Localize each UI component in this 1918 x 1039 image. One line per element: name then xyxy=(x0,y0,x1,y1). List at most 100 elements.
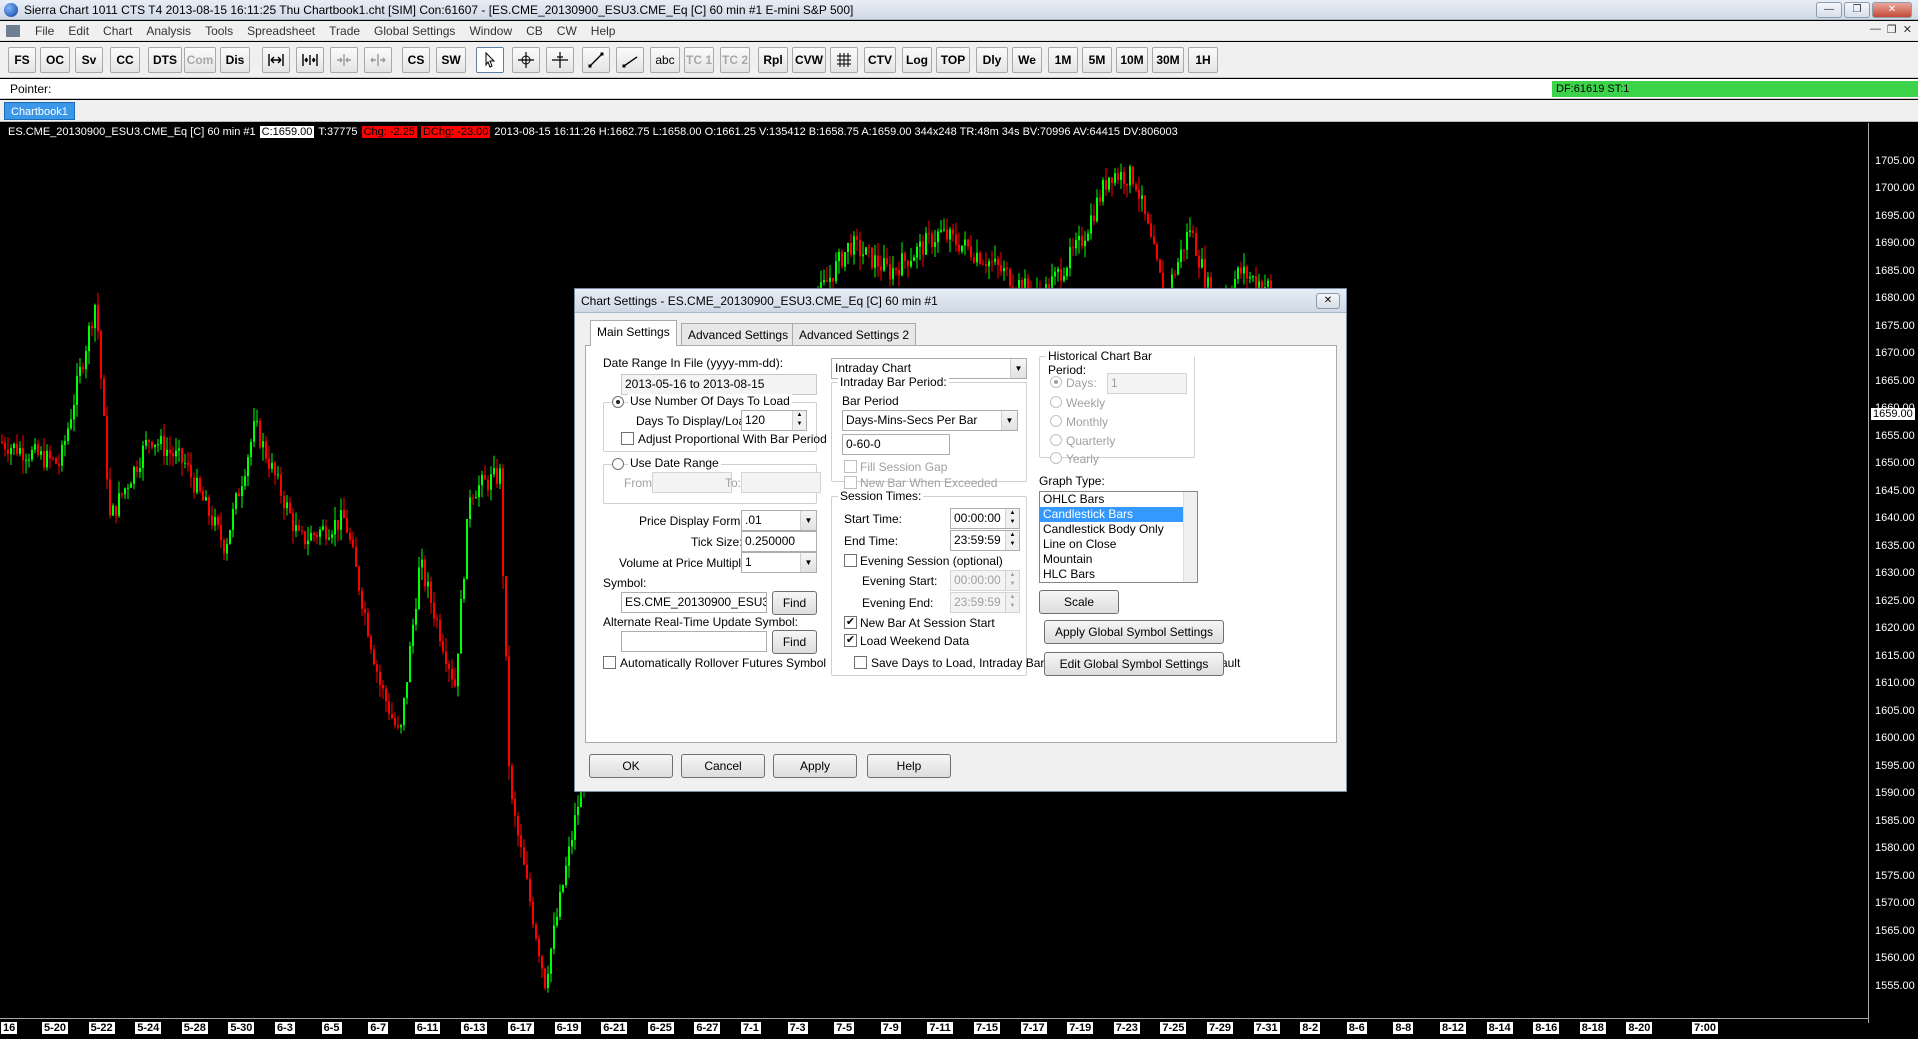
cancel-button[interactable]: Cancel xyxy=(681,754,765,778)
fill-session-gap-checkbox[interactable] xyxy=(844,460,857,473)
end-time-spinner[interactable]: ▲ ▼ xyxy=(1005,531,1019,550)
pointer-icon[interactable] xyxy=(476,47,504,73)
spin-down-icon[interactable]: ▼ xyxy=(1010,603,1016,609)
hist-monthly-radio[interactable] xyxy=(1050,415,1062,427)
from-date-field[interactable] xyxy=(652,472,732,493)
to-date-field[interactable] xyxy=(741,472,821,493)
cc-button[interactable]: CC xyxy=(110,47,140,73)
tc2-button[interactable]: TC 2 xyxy=(720,47,750,73)
spin-down-icon[interactable]: ▼ xyxy=(797,421,803,427)
menu-edit[interactable]: Edit xyxy=(61,24,96,38)
menu-cb[interactable]: CB xyxy=(519,24,550,38)
graph-type-line-on-close[interactable]: Line on Close xyxy=(1040,537,1197,552)
spin-down-icon[interactable]: ▼ xyxy=(1010,519,1016,525)
rpl-button[interactable]: Rpl xyxy=(758,47,788,73)
1m-button[interactable]: 1M xyxy=(1048,47,1078,73)
hist-days-input[interactable]: 1 xyxy=(1107,373,1187,394)
evening-end-input[interactable]: 23:59:59 ▲ ▼ xyxy=(950,592,1020,613)
fit-width-icon[interactable] xyxy=(262,47,290,73)
menu-spreadsheet[interactable]: Spreadsheet xyxy=(240,24,322,38)
evening-start-input[interactable]: 00:00:00 ▲ ▼ xyxy=(950,570,1020,591)
expand-width-icon[interactable] xyxy=(364,47,392,73)
new-bar-session-checkbox[interactable]: ✔ xyxy=(844,616,857,629)
ok-button[interactable]: OK xyxy=(589,754,673,778)
use-date-range-radio[interactable] xyxy=(612,458,624,470)
edit-global-symbol-button[interactable]: Edit Global Symbol Settings xyxy=(1044,652,1224,676)
find-symbol-button[interactable]: Find xyxy=(772,591,817,615)
spin-up-icon[interactable]: ▲ xyxy=(1010,594,1016,600)
ctv-button[interactable]: CTV xyxy=(864,47,896,73)
ray-tool-icon[interactable] xyxy=(616,47,644,73)
sv-button[interactable]: Sv xyxy=(75,47,103,73)
1h-button[interactable]: 1H xyxy=(1188,47,1218,73)
spin-down-icon[interactable]: ▼ xyxy=(1010,541,1016,547)
graph-type-scrollbar[interactable] xyxy=(1183,492,1197,582)
load-weekend-checkbox[interactable]: ✔ xyxy=(844,634,857,647)
menu-chart[interactable]: Chart xyxy=(96,24,139,38)
dis-button[interactable]: Dis xyxy=(220,47,250,73)
spin-up-icon[interactable]: ▲ xyxy=(1010,572,1016,578)
tc1-button[interactable]: TC 1 xyxy=(684,47,714,73)
evening-session-checkbox[interactable] xyxy=(844,554,857,567)
bar-period-select[interactable]: Days-Mins-Secs Per Bar ▼ xyxy=(842,410,1018,431)
hist-yearly-radio[interactable] xyxy=(1050,452,1062,464)
hist-quarterly-radio[interactable] xyxy=(1050,434,1062,446)
end-time-input[interactable]: 23:59:59 ▲ ▼ xyxy=(950,530,1020,551)
date-axis[interactable]: 16 5-20 5-22 5-24 5-28 5-30 6-3 6-5 6-7 6-11 6-13 6… xyxy=(0,1018,1868,1039)
graph-type-list[interactable]: OHLC Bars Candlestick Bars Candlestick B… xyxy=(1039,491,1198,583)
tab-advanced-settings[interactable]: Advanced Settings xyxy=(681,323,796,345)
graph-type-candle-body[interactable]: Candlestick Body Only xyxy=(1040,522,1197,537)
mdi-close-button[interactable]: ✕ xyxy=(1903,23,1912,36)
apply-global-symbol-button[interactable]: Apply Global Symbol Settings xyxy=(1044,620,1224,644)
line-tool-icon[interactable] xyxy=(582,47,610,73)
menu-analysis[interactable]: Analysis xyxy=(139,24,198,38)
graph-type-mountain[interactable]: Mountain xyxy=(1040,552,1197,567)
use-days-radio[interactable] xyxy=(612,396,624,408)
spin-up-icon[interactable]: ▲ xyxy=(797,412,803,418)
cursor-cross-icon[interactable] xyxy=(546,47,574,73)
menu-trade[interactable]: Trade xyxy=(322,24,367,38)
menu-tools[interactable]: Tools xyxy=(198,24,240,38)
alt-symbol-input[interactable] xyxy=(621,631,767,652)
days-spinner[interactable]: ▲ ▼ xyxy=(792,411,806,430)
graph-type-hlc[interactable]: HLC Bars xyxy=(1040,567,1197,582)
new-bar-exceeded-checkbox[interactable] xyxy=(844,476,857,489)
chart-window-icon[interactable] xyxy=(6,24,20,37)
text-tool-button[interactable]: abc xyxy=(650,47,680,73)
sw-button[interactable]: SW xyxy=(436,47,466,73)
bar-period-input[interactable]: 0-60-0 xyxy=(842,434,950,455)
menu-window[interactable]: Window xyxy=(462,24,519,38)
oc-button[interactable]: OC xyxy=(40,47,70,73)
crosshair-icon[interactable] xyxy=(512,47,540,73)
price-format-select[interactable]: .01 ▼ xyxy=(741,510,817,531)
mdi-minimize-button[interactable]: — xyxy=(1870,23,1881,36)
spread-width-icon[interactable] xyxy=(296,47,324,73)
menu-global-settings[interactable]: Global Settings xyxy=(367,24,462,38)
compress-width-icon[interactable] xyxy=(330,47,358,73)
tab-advanced-settings-2[interactable]: Advanced Settings 2 xyxy=(792,323,917,345)
mdi-restore-button[interactable]: ❐ xyxy=(1887,23,1897,36)
dts-button[interactable]: DTS xyxy=(148,47,182,73)
cs-button[interactable]: CS xyxy=(402,47,430,73)
spin-down-icon[interactable]: ▼ xyxy=(1010,581,1016,587)
tpo-grid-icon[interactable] xyxy=(830,47,858,73)
hist-days-radio[interactable] xyxy=(1050,376,1062,388)
symbol-input[interactable]: ES.CME_20130900_ESU3.CM xyxy=(621,592,767,613)
com-button[interactable]: Com xyxy=(184,47,216,73)
30m-button[interactable]: 30M xyxy=(1152,47,1184,73)
save-default-checkbox[interactable] xyxy=(854,656,867,669)
chartbook-tab[interactable]: Chartbook1 xyxy=(4,102,75,120)
days-input[interactable]: 120 ▲ ▼ xyxy=(741,410,807,431)
start-time-spinner[interactable]: ▲ ▼ xyxy=(1005,509,1019,528)
10m-button[interactable]: 10M xyxy=(1116,47,1148,73)
dialog-close-button[interactable]: ✕ xyxy=(1316,293,1340,309)
vap-select[interactable]: 1 ▼ xyxy=(741,552,817,573)
close-button[interactable]: ✕ xyxy=(1872,2,1912,18)
graph-type-candlestick[interactable]: Candlestick Bars xyxy=(1040,507,1197,522)
minimize-button[interactable]: — xyxy=(1816,2,1842,18)
dly-button[interactable]: Dly xyxy=(976,47,1008,73)
hist-weekly-radio[interactable] xyxy=(1050,396,1062,408)
spin-up-icon[interactable]: ▲ xyxy=(1010,532,1016,538)
restore-button[interactable]: ❐ xyxy=(1844,2,1870,18)
scale-button[interactable]: Scale xyxy=(1039,590,1119,614)
